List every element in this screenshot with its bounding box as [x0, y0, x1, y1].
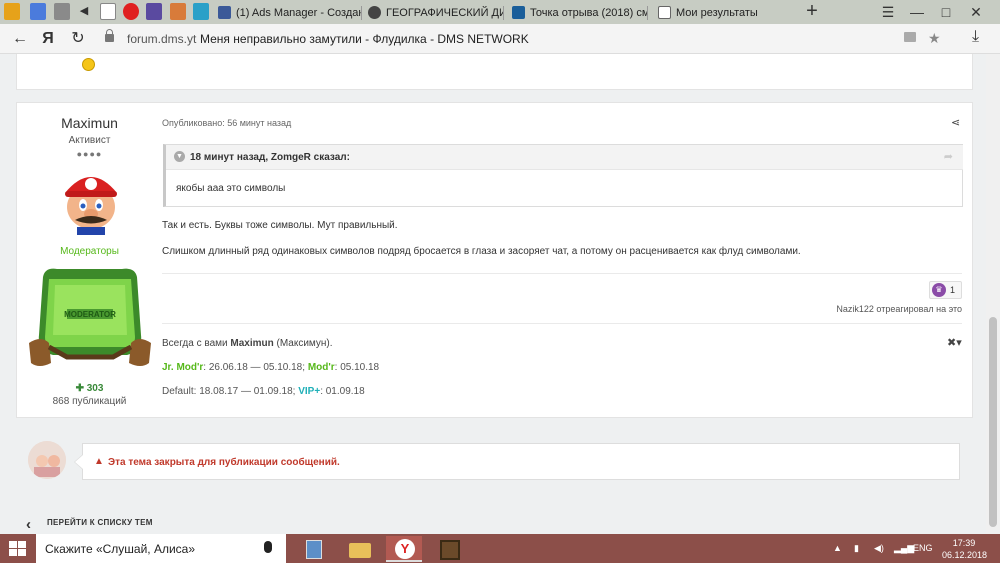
topic-closed-text: Эта тема закрыта для публикации сообщени… [108, 457, 340, 468]
tray-expand-icon[interactable]: ▲ [833, 543, 842, 553]
current-user-avatar[interactable] [28, 441, 66, 479]
warning-icon: ▲ [94, 456, 104, 467]
tab-label: (1) Ads Manager - Создани [236, 7, 362, 19]
browser-menu-icon[interactable]: ☰ [874, 0, 902, 24]
reload-icon[interactable]: ↻ [68, 29, 88, 49]
plus-circle-icon: ✚ [75, 383, 87, 394]
pinned-tab-page-icon[interactable] [100, 3, 116, 20]
signature-line: Default: 18.08.17 — 01.09.18; VIP+: 01.0… [162, 386, 365, 397]
author-rank-pips: ●●●● [76, 149, 103, 159]
moderator-badge-image: MODERATOR [29, 268, 151, 366]
pinned-tab-chat-icon[interactable] [30, 3, 46, 20]
yandex-icon[interactable]: Я [38, 29, 58, 49]
chevron-left-icon[interactable]: ‹ [26, 516, 31, 533]
post-body-line: Слишком длинный ряд одинаковых символов … [162, 246, 801, 257]
reaction-summary[interactable]: ♛ 1 [929, 281, 962, 299]
windows-taskbar: Скажите «Слушай, Алиса» Y ▲ ▮ ◀) ▂▄▆ ENG… [0, 534, 1000, 563]
post-author-panel: Maximun Активист ●●●● Модераторы MODERAT… [17, 103, 162, 419]
signature-hide-button[interactable]: ✖▾ [947, 336, 962, 349]
quote-block: ▼ 18 минут назад, ZomgeR сказал: ➦ якобы… [163, 144, 963, 207]
lock-icon[interactable] [105, 29, 114, 42]
badge-text: MODERATOR [64, 310, 116, 319]
forum-post: Maximun Активист ●●●● Модераторы MODERAT… [16, 102, 973, 418]
alice-search-box[interactable]: Скажите «Слушай, Алиса» [36, 534, 286, 563]
file-explorer-icon[interactable] [342, 536, 378, 562]
divider [162, 273, 962, 274]
page-icon [658, 6, 671, 19]
reaction-count: 1 [950, 285, 956, 295]
pinned-tab-doc-icon[interactable] [54, 3, 70, 20]
tray-app-icon[interactable]: ▮ [854, 543, 859, 554]
tab-results[interactable]: Мои результаты [652, 2, 798, 24]
url-domain[interactable]: forum.dms.yt [127, 32, 196, 46]
back-to-topic-list-link[interactable]: ПЕРЕЙТИ К СПИСКУ ТЕМ [47, 518, 153, 527]
search-placeholder: Скажите «Слушай, Алиса» [45, 542, 196, 556]
trophy-reaction-icon: ♛ [932, 283, 946, 297]
globe-icon [368, 6, 381, 19]
keyboard-language[interactable]: ENG [913, 543, 933, 553]
volume-icon[interactable]: ◀) [874, 543, 884, 554]
address-bar: ← Я ↻ forum.dms.yt Меня неправильно заму… [0, 24, 1000, 54]
close-window-button[interactable]: ✕ [962, 0, 990, 24]
windows-start-icon[interactable] [0, 534, 36, 563]
download-icon[interactable]: ⤓ [972, 28, 979, 46]
pinned-tab-k-icon[interactable] [193, 3, 209, 20]
quote-header[interactable]: ▼ 18 минут назад, ZomgeR сказал: ➦ [166, 145, 963, 170]
system-clock[interactable]: 17:39 06.12.2018 [942, 537, 988, 561]
scrollbar-thumb[interactable] [989, 317, 997, 527]
tab-label: Точка отрыва (2018) смотр [530, 7, 648, 19]
post-body-line: Так и есть. Буквы тоже символы. Мут прав… [162, 220, 398, 231]
tab-movie[interactable]: Точка отрыва (2018) смотр [506, 2, 648, 24]
tab-strip: ◀ (1) Ads Manager - Создани ГЕОГРАФИЧЕСК… [0, 0, 1000, 24]
url-page-title[interactable]: Меня неправильно замутили - Флудилка - D… [200, 32, 529, 46]
page-scrollbar[interactable] [986, 54, 1000, 534]
clock-time: 17:39 [952, 538, 976, 548]
reaction-users[interactable]: Nazik122 отреагировал на это [836, 304, 962, 314]
quote-text: якобы ааа это символы [176, 183, 286, 194]
topic-closed-notice: ▲ Эта тема закрыта для публикации сообще… [74, 443, 960, 480]
yandex-browser-app-icon[interactable]: Y [386, 536, 422, 562]
quote-link-icon[interactable]: ➦ [944, 150, 953, 163]
author-avatar[interactable] [59, 167, 123, 235]
maximize-button[interactable]: □ [932, 0, 960, 24]
movie-site-icon [512, 6, 525, 19]
share-icon[interactable]: ⋖ [951, 116, 960, 129]
back-icon[interactable]: ← [10, 29, 30, 49]
network-icon[interactable]: ▂▄▆ [894, 543, 914, 554]
smiley-icon [82, 58, 95, 71]
post-date[interactable]: Опубликовано: 56 минут назад [162, 118, 291, 128]
tab-geo-dictation[interactable]: ГЕОГРАФИЧЕСКИЙ ДИКТА [362, 2, 504, 24]
author-rank: Активист [68, 135, 111, 146]
pinned-tab-face-icon[interactable] [170, 3, 186, 20]
tab-label: Мои результаты [676, 7, 758, 19]
pinned-tab-game-icon[interactable] [146, 3, 162, 20]
signature-line: Всегда с вами Maximun (Максимун). [162, 338, 333, 349]
pinned-tab-mute-icon[interactable]: ◀ [76, 3, 92, 20]
tab-ads-manager[interactable]: (1) Ads Manager - Создани [212, 2, 362, 24]
clock-date: 06.12.2018 [942, 550, 988, 560]
author-name[interactable]: Maximun [17, 115, 162, 131]
author-reputation: ✚ 303 [75, 383, 104, 394]
microphone-icon[interactable] [264, 541, 272, 553]
pinned-tab-red-icon[interactable] [123, 3, 139, 20]
previous-post [16, 54, 973, 90]
author-group: Модераторы [60, 246, 119, 257]
new-tab-button[interactable]: + [800, 0, 824, 24]
pinned-tab-yellow-icon[interactable] [4, 3, 20, 20]
reader-mode-icon[interactable] [904, 32, 916, 42]
minecraft-app-icon[interactable] [432, 536, 468, 562]
calculator-app-icon[interactable] [296, 536, 332, 562]
quote-author: 18 минут назад, ZomgeR сказал: [190, 152, 350, 163]
signature-line: Jr. Mod'r: 26.06.18 — 05.10.18; Mod'r: 0… [162, 362, 380, 373]
divider [162, 323, 962, 324]
minimize-button[interactable]: — [903, 0, 931, 24]
bookmark-star-icon[interactable]: ★ [928, 30, 941, 47]
tab-label: ГЕОГРАФИЧЕСКИЙ ДИКТА [386, 7, 504, 19]
chevron-down-icon[interactable]: ▼ [174, 151, 185, 162]
facebook-icon [218, 6, 231, 19]
author-post-count: 868 публикаций [52, 396, 127, 407]
